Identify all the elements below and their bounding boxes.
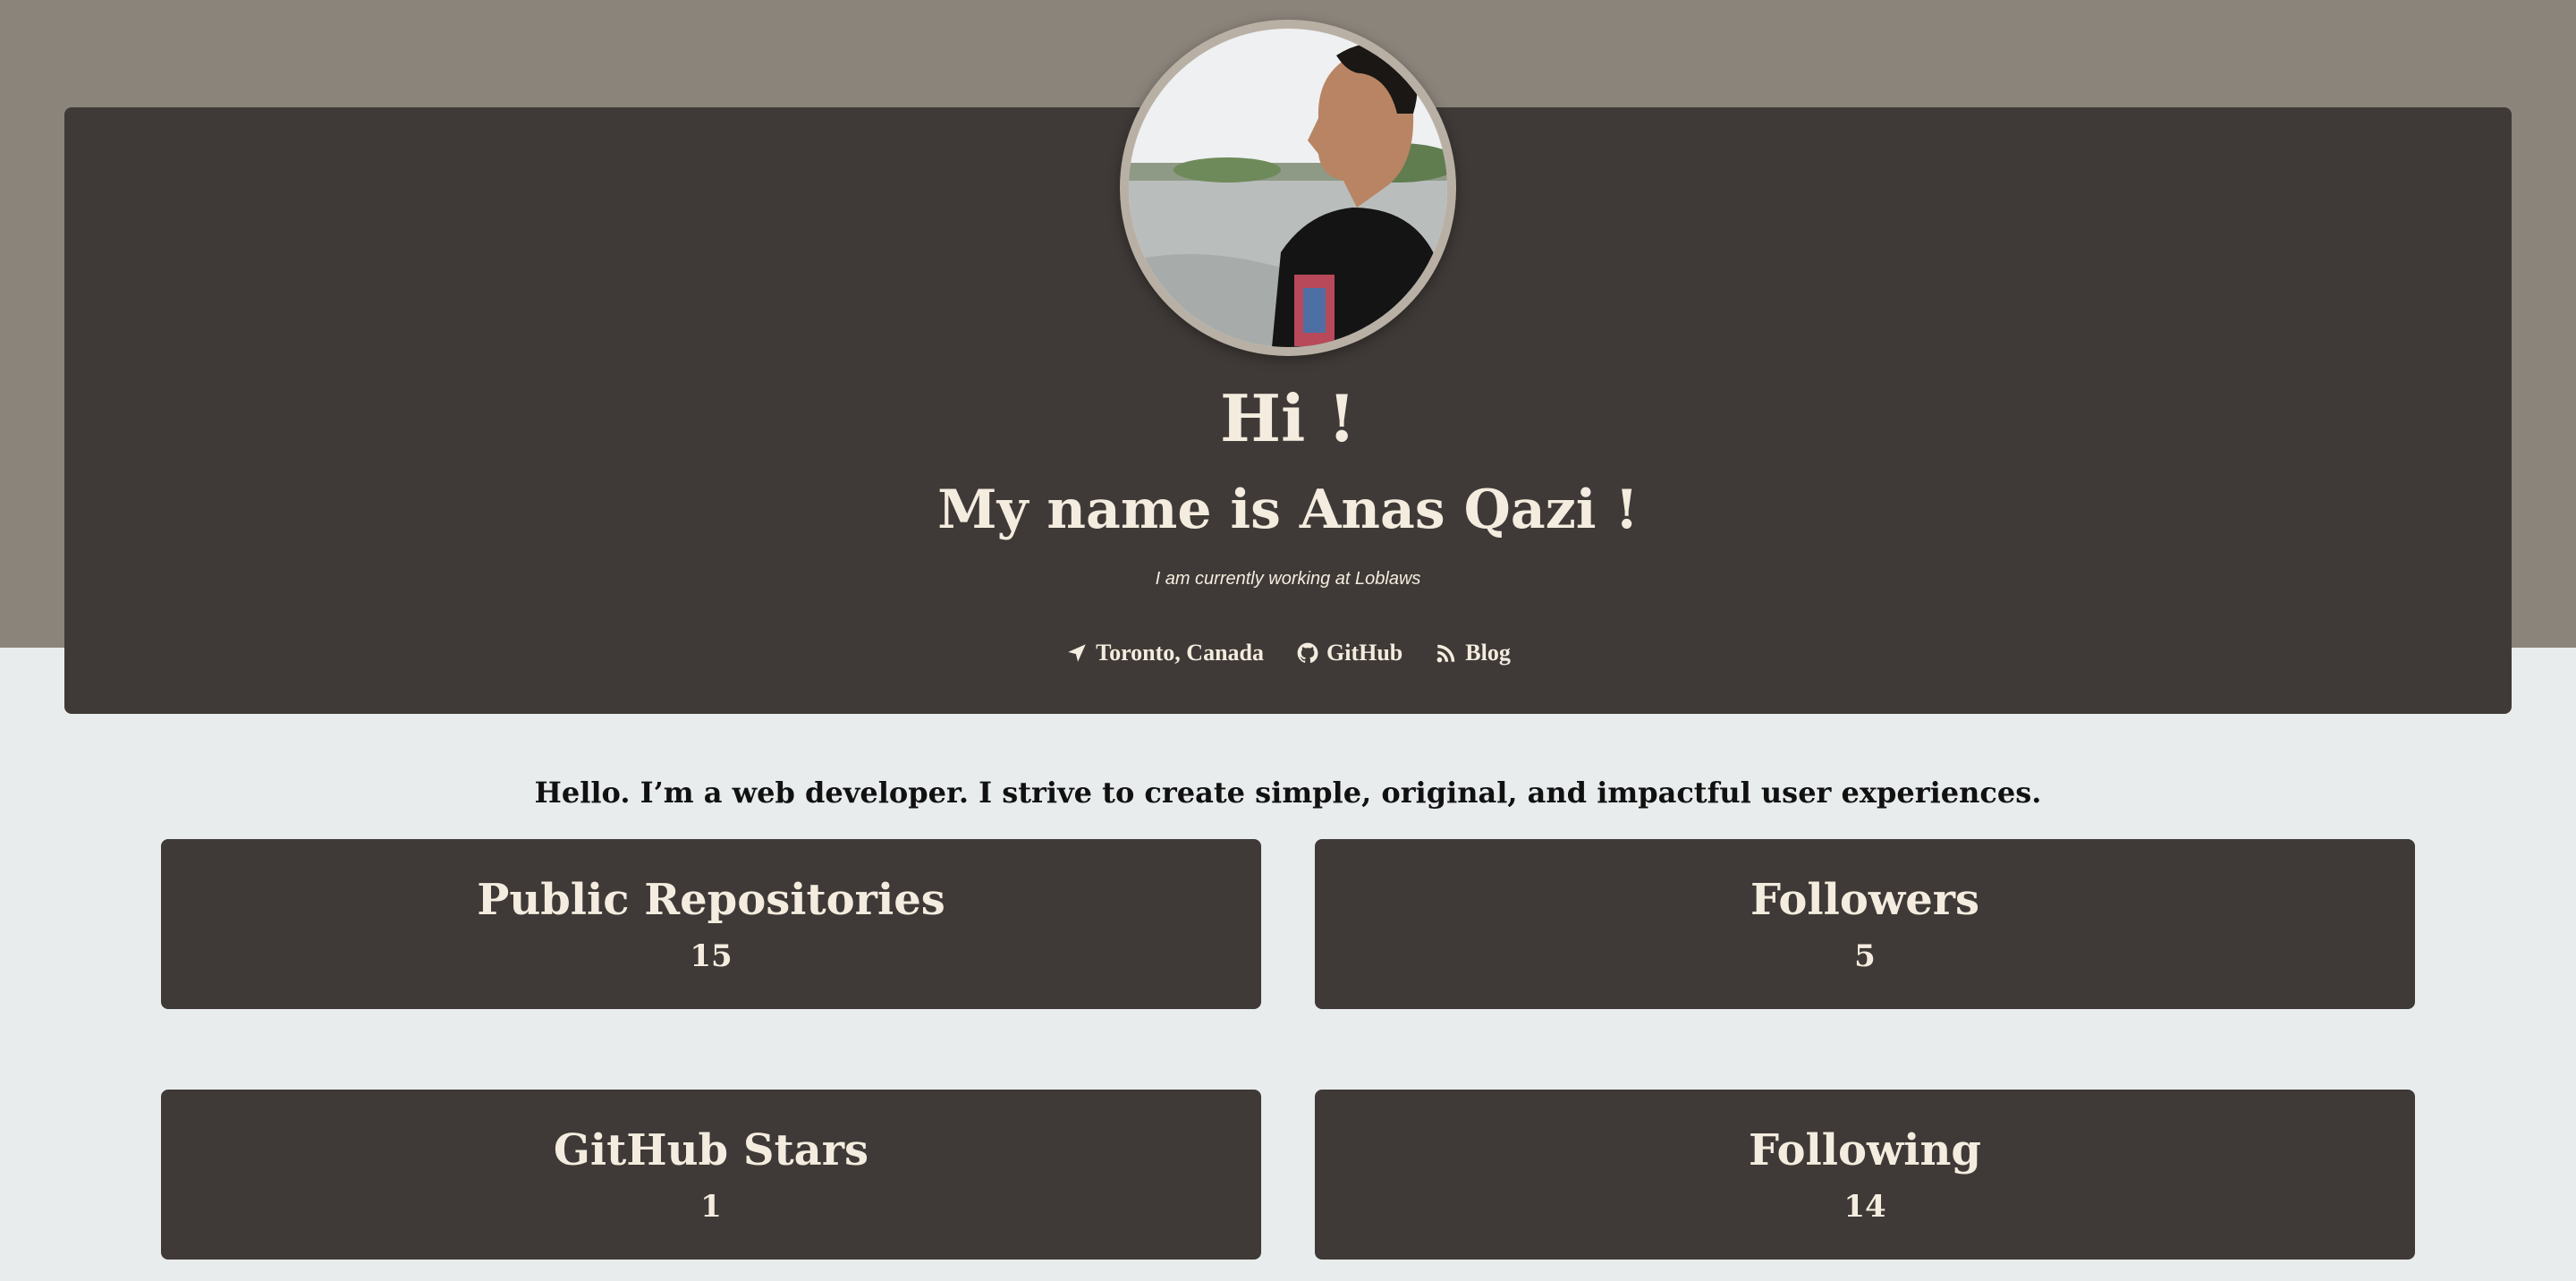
- stat-card-title: Public Repositories: [477, 875, 945, 925]
- stat-card-value: 14: [1843, 1189, 1886, 1225]
- github-link[interactable]: GitHub: [1296, 635, 1402, 671]
- intro-statement: Hello. I’m a web developer. I strive to …: [534, 776, 2042, 810]
- name-heading: My name is Anas Qazi !: [937, 479, 1639, 541]
- employment-tagline: I am currently working at Loblaws: [1155, 569, 1421, 589]
- stat-card-value: 5: [1854, 938, 1876, 974]
- profile-avatar: [1120, 20, 1456, 356]
- location-link[interactable]: Toronto, Canada: [1065, 635, 1264, 671]
- greeting-heading: Hi !: [1219, 380, 1357, 456]
- stat-card-followers: Followers 5: [1315, 839, 2415, 1009]
- stat-card-title: Followers: [1750, 875, 1980, 925]
- github-icon: [1297, 642, 1318, 664]
- stat-card-public-repositories: Public Repositories 15: [161, 839, 1261, 1009]
- stat-card-github-stars: GitHub Stars 1: [161, 1090, 1261, 1260]
- blog-link[interactable]: Blog: [1435, 635, 1511, 671]
- stat-card-value: 1: [700, 1189, 722, 1225]
- stat-card-following: Following 14: [1315, 1090, 2415, 1260]
- location-arrow-icon: [1068, 644, 1086, 662]
- stat-card-title: Following: [1749, 1125, 1981, 1175]
- blog-label: Blog: [1465, 640, 1511, 666]
- github-label: GitHub: [1326, 640, 1403, 666]
- stat-card-value: 15: [690, 938, 733, 974]
- location-label: Toronto, Canada: [1096, 640, 1264, 666]
- profile-links: Toronto, Canada GitHub Blog: [0, 635, 2576, 671]
- profile-photo: [1129, 29, 1447, 347]
- stat-card-title: GitHub Stars: [553, 1125, 869, 1175]
- rss-icon: [1436, 644, 1455, 663]
